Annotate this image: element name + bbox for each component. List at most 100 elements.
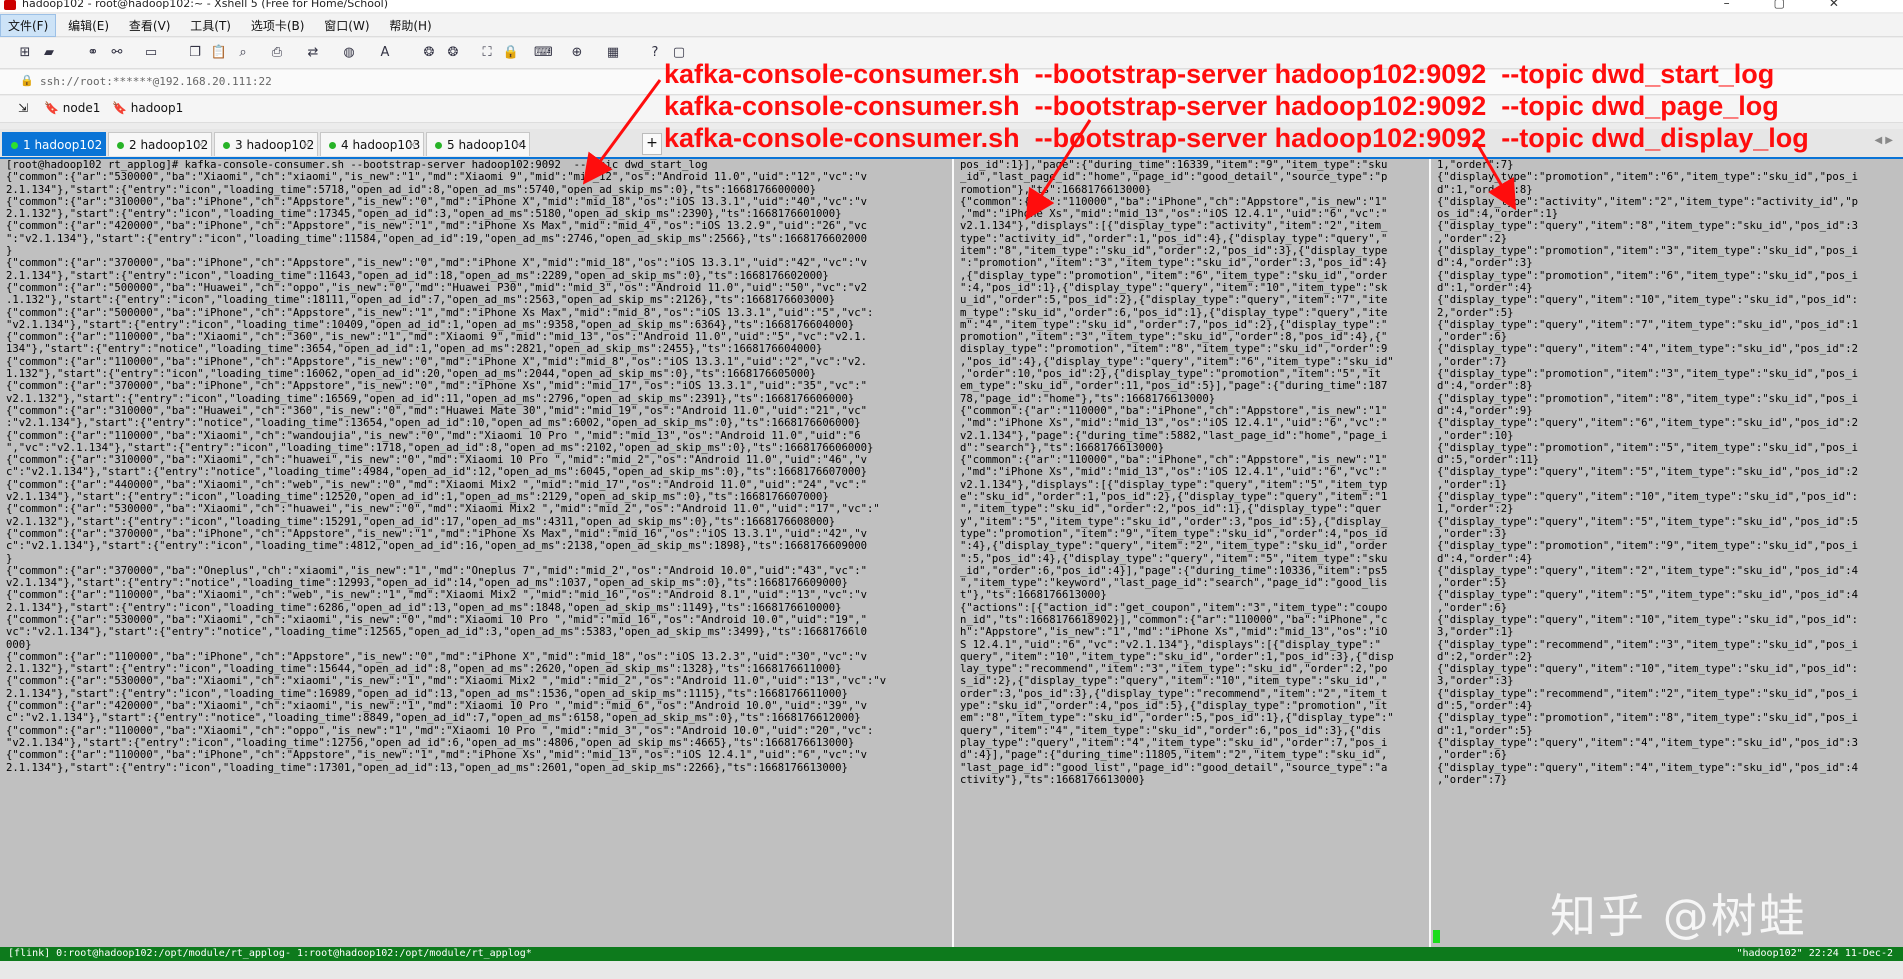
globe-icon[interactable]: ◍ <box>340 44 358 62</box>
terminal-line: } <box>6 245 13 258</box>
terminal-line: os_id":4,"order":1} <box>1437 208 1559 221</box>
tab-label: 1 hadoop102 <box>23 138 103 152</box>
terminal-line: d":2,"order":2} <box>1437 650 1533 663</box>
terminal-pane-display-log[interactable]: 1,"order":7} {"display_type":"promotion",… <box>1431 159 1903 947</box>
terminal-line: d":4,"order":3} <box>1437 257 1533 270</box>
terminal-line: 2.1.134"},"start":{"entry":"icon","loadi… <box>6 687 848 700</box>
close-tab-icon[interactable]: × <box>408 133 417 157</box>
terminal-line: {"display_type":"promotion","item":"9","… <box>1437 540 1858 553</box>
window-controls[interactable]: –▢✕ <box>1724 0 1883 10</box>
terminal-line: {"common":{"ar":"440000","ba":"Xiaomi","… <box>6 478 868 491</box>
terminal-line: u_id","order":5,"pos_id":2},{"display_ty… <box>960 294 1388 307</box>
terminal-pane-page-log[interactable]: pos_id":1}],"page":{"during_time":16339,… <box>954 159 1429 947</box>
open-folder-icon[interactable]: ▰ <box>40 44 58 62</box>
terminal-line: d":1,"order":8} <box>1437 183 1533 196</box>
status-windows: [flink] 0:root@hadoop102:/opt/module/rt_… <box>8 948 532 959</box>
tab-session-4[interactable]: 4 hadoop103 × <box>320 132 424 156</box>
bookmark-hadoop1[interactable]: 🔖 hadoop1 <box>112 101 183 115</box>
zhihu-watermark: 知乎 @树蛙 <box>1550 889 1807 943</box>
tab-scroll-icon[interactable]: ◀ ▶ <box>1874 135 1893 146</box>
xftp-icon[interactable]: ❂ <box>444 44 462 62</box>
paste-icon[interactable]: 📋 <box>210 44 228 62</box>
bookmark-label: hadoop1 <box>130 101 184 115</box>
terminal-line: S 12.4.1","uid":"6","vc":"v2.1.134"},"di… <box>960 638 1381 651</box>
terminal-line: display_type":"promotion","item":"8","it… <box>960 343 1388 356</box>
close-tab-icon[interactable]: × <box>196 133 205 157</box>
terminal-line: v2.1.134"},"displays":[{"display_type":"… <box>960 478 1388 491</box>
bookmark-node1[interactable]: 🔖 node1 <box>44 101 100 115</box>
transfer-icon[interactable]: ⇄ <box>304 44 322 62</box>
annotation-page-log: kafka-console-consumer.sh --bootstrap-se… <box>664 91 1779 121</box>
terminal-line: {"display_type":"promotion","item":"3","… <box>1437 368 1858 381</box>
fullscreen-icon[interactable]: ⛶ <box>478 44 496 62</box>
layout-icon[interactable]: ▦ <box>604 44 622 62</box>
terminal-pane-start-log[interactable]: [root@hadoop102 rt_applog]# kafka-consol… <box>0 159 952 947</box>
terminal-line: {"display_type":"query","item":"5","item… <box>1437 589 1858 602</box>
lock-icon[interactable]: 🔒 <box>502 44 520 62</box>
terminal-line: {"display_type":"query","item":"10","ite… <box>1437 613 1858 626</box>
terminal-line: {"display_type":"promotion","item":"6","… <box>1437 269 1858 282</box>
terminal-line: m":"4","item_type":"sku_id","order":7,"p… <box>960 318 1388 331</box>
terminal-line: {"display_type":"query","item":"4","item… <box>1437 343 1858 356</box>
help-icon[interactable]: ? <box>646 44 664 62</box>
terminal-line: {"display_type":"query","item":"5","item… <box>1437 515 1858 528</box>
status-dot-icon <box>223 142 230 149</box>
terminal-line: {"display_type":"promotion","item":"6","… <box>1437 171 1858 184</box>
print-icon[interactable]: ⎙ <box>268 44 286 62</box>
menu-file[interactable]: 文件(F) <box>0 14 57 37</box>
menu-tools[interactable]: 工具(T) <box>182 14 239 37</box>
annotation-overlay: kafka-console-consumer.sh --bootstrap-se… <box>664 58 1809 154</box>
terminal-line: {"common":{"ar":"530000","ba":"Xiaomi","… <box>6 675 887 688</box>
terminal-line: {"display_type":"query","item":"6","item… <box>1437 417 1858 430</box>
status-dot-icon <box>435 142 442 149</box>
terminal-line: romotion"},"ts":1668176613000} <box>960 183 1152 196</box>
properties-icon[interactable]: ▭ <box>142 44 160 62</box>
terminal-line: {"common":{"ar":"110000","ba":"iPhone","… <box>960 454 1388 467</box>
terminal-line: ,"order":7} <box>1437 355 1508 368</box>
disconnect-icon[interactable]: ⚯ <box>108 44 126 62</box>
menu-view[interactable]: 查看(V) <box>121 14 179 37</box>
terminal-line: {"display_type":"query","item":"2","item… <box>1437 564 1858 577</box>
terminal-line: d":4,"order":8} <box>1437 380 1533 393</box>
terminal-line: {"common":{"ar":"500000","ba":"Huawei","… <box>6 281 868 294</box>
menu-window[interactable]: 窗口(W) <box>316 14 377 37</box>
tab-session-2[interactable]: 2 hadoop102 × <box>108 132 212 156</box>
terminal-line: {"common":{"ar":"370000","ba":"Oneplus",… <box>6 564 868 577</box>
terminal-line: "v2.1.134"},"start":{"entry":"icon","loa… <box>6 318 855 331</box>
terminal-line: _id","last_page_id":"home","page_id":"go… <box>960 171 1388 184</box>
tab-session-1[interactable]: 1 hadoop102 <box>2 132 106 156</box>
keyboard-icon[interactable]: ⌨ <box>534 44 553 62</box>
terminal-line: {"display_type":"query","item":"4","item… <box>1437 736 1858 749</box>
new-session-icon[interactable]: ⊞ <box>16 44 34 62</box>
annotation-start-log: kafka-console-consumer.sh --bootstrap-se… <box>664 59 1775 89</box>
terminal-line: {"common":{"ar":"310000","ba":"iPhone","… <box>6 195 868 208</box>
menu-edit[interactable]: 编辑(E) <box>60 14 117 37</box>
tab-session-5[interactable]: 5 hadoop104 × <box>426 132 530 156</box>
status-dot-icon <box>11 142 18 149</box>
connect-icon[interactable]: ⚭ <box>84 44 102 62</box>
copy-icon[interactable]: ❐ <box>186 44 204 62</box>
menu-help[interactable]: 帮助(H) <box>381 14 439 37</box>
new-tab-button[interactable]: + <box>642 133 662 155</box>
script-icon[interactable]: ❂ <box>420 44 438 62</box>
terminal-line: v2.1.134"},"page":{"during_time":5882,"l… <box>960 429 1388 442</box>
terminal-line: {"common":{"ar":"110000","ba":"iPhone","… <box>960 404 1388 417</box>
tab-session-3[interactable]: 3 hadoop102 × <box>214 132 318 156</box>
terminal-line: v2.1.134"},"start":{"entry":"notice","lo… <box>6 577 848 590</box>
terminal-line: query","item":"4","item_type":"sku_id","… <box>960 724 1381 737</box>
terminal-line: {"common":{"ar":"110000","ba":"iPhone","… <box>6 749 868 762</box>
close-tab-icon[interactable]: × <box>302 133 311 157</box>
xshell-app-icon <box>4 0 16 10</box>
close-tab-icon[interactable]: × <box>514 133 523 157</box>
terminal-line: _id","order":6,"pos_id":4}],"page":{"dur… <box>960 564 1388 577</box>
terminal-line: pos_id":1}],"page":{"during_time":16339,… <box>960 159 1388 171</box>
font-icon[interactable]: A <box>376 44 394 62</box>
link-bar-menu-icon[interactable]: ⇲ <box>18 101 28 115</box>
menu-tabs[interactable]: 选项卡(B) <box>243 14 313 37</box>
terminal-line: {"display_type":"promotion","item":"8","… <box>1437 712 1858 725</box>
find-icon[interactable]: ⌕ <box>234 44 252 62</box>
terminal-line: c":"v2.1.134"},"start":{"entry":"notice"… <box>6 466 868 479</box>
terminal-line: em":"8","item_type":"sku_id","order":5,"… <box>960 712 1394 725</box>
terminal-line: {"common":{"ar":"420000","ba":"iPhone","… <box>6 220 868 233</box>
add-icon[interactable]: ⊕ <box>568 44 586 62</box>
